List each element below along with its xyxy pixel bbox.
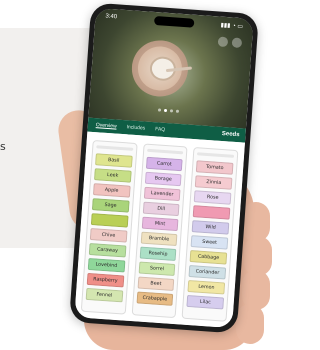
column-header: [197, 152, 235, 158]
phone-screen: 3:40 ▮▮▮ ◔ ▭ Overview Includes FAQ Seeds…: [74, 7, 254, 329]
finger-4: [236, 304, 264, 344]
column-header: [146, 148, 184, 155]
seed-chip[interactable]: Sorrel: [138, 261, 176, 277]
seed-chip[interactable]: Mint: [141, 216, 179, 232]
seed-chip[interactable]: Raspberry: [86, 272, 125, 288]
app-title: Seeds: [221, 130, 240, 139]
seed-chip[interactable]: Beet: [137, 276, 175, 291]
seed-chip[interactable]: Apple: [92, 183, 131, 198]
seed-chip[interactable]: Lilac: [186, 294, 225, 310]
seed-chip[interactable]: Rose: [194, 190, 232, 205]
seed-chip[interactable]: Sage: [91, 198, 130, 213]
seed-chip[interactable]: Lemon: [187, 279, 226, 295]
seed-chip[interactable]: Zinnia: [195, 175, 233, 190]
carousel-dot[interactable]: [175, 109, 179, 113]
carousel-dot[interactable]: [169, 109, 173, 113]
phone-device: 3:40 ▮▮▮ ◔ ▭ Overview Includes FAQ Seeds…: [69, 2, 259, 334]
column-header: [96, 145, 133, 151]
seed-chip[interactable]: Coriander: [188, 265, 227, 280]
seed-chip[interactable]: Dill: [142, 201, 180, 217]
seed-chip[interactable]: Lovebind: [87, 257, 126, 273]
seed-grid: Basil Leek Apple Sage Chive Caraway Love…: [74, 131, 245, 329]
seed-chip[interactable]: Leek: [93, 168, 132, 183]
carousel-dots[interactable]: [89, 104, 247, 118]
favorite-icon[interactable]: [231, 37, 243, 49]
hero-actions: [217, 36, 243, 49]
tab-overview[interactable]: Overview: [94, 121, 119, 131]
seed-chip[interactable]: Carrot: [145, 156, 183, 172]
seed-chip[interactable]: Caraway: [88, 242, 127, 258]
seed-column-1: Basil Leek Apple Sage Chive Caraway Love…: [80, 139, 138, 315]
seed-chip[interactable]: Tomato: [196, 160, 234, 175]
seed-column-3: Tomato Zinnia Rose Wild Sweet Cabbage Co…: [181, 147, 239, 322]
tab-includes[interactable]: Includes: [124, 123, 147, 133]
seed-chip[interactable]: Cabbage: [189, 250, 228, 265]
carousel-dot[interactable]: [157, 108, 161, 112]
seed-chip[interactable]: Rosehip: [139, 246, 177, 262]
seed-chip[interactable]: Crabapple: [136, 291, 174, 306]
share-icon[interactable]: [217, 36, 229, 48]
seed-chip[interactable]: [192, 205, 231, 220]
food-tray-image: [130, 38, 193, 99]
carousel-dot-active[interactable]: [163, 108, 167, 113]
left-caption: s: [0, 140, 6, 153]
seed-chip[interactable]: Borage: [144, 171, 182, 187]
seed-chip[interactable]: Basil: [95, 153, 133, 168]
seed-chip[interactable]: Lavender: [143, 186, 181, 202]
seed-chip[interactable]: Bramble: [140, 231, 178, 247]
seed-chip[interactable]: Chive: [89, 228, 128, 243]
seed-chip[interactable]: Fennel: [85, 287, 124, 303]
status-icons: ▮▮▮ ◔ ▭: [220, 22, 244, 30]
status-time: 3:40: [105, 13, 118, 21]
seed-column-2: Carrot Borage Lavender Dill Mint Bramble…: [131, 143, 188, 319]
tab-faq[interactable]: FAQ: [153, 125, 168, 134]
seed-chip[interactable]: Sweet: [190, 235, 229, 250]
seed-chip[interactable]: [90, 213, 129, 228]
seed-chip[interactable]: Wild: [191, 220, 230, 235]
